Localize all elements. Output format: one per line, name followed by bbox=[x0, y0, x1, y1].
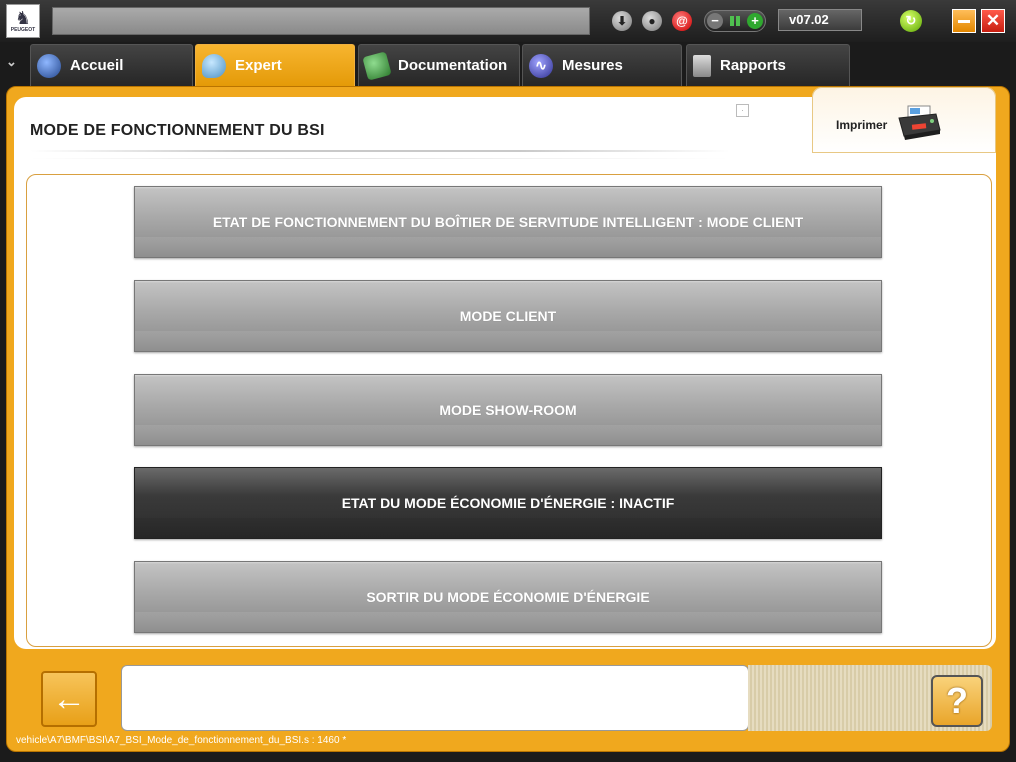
battery-indicator[interactable]: − + bbox=[704, 10, 766, 32]
menu-item-label: MODE SHOW-ROOM bbox=[439, 402, 577, 418]
email-icon[interactable]: @ bbox=[672, 11, 692, 31]
address-bar bbox=[52, 7, 590, 35]
report-icon bbox=[693, 54, 711, 77]
menu-item-client-mode[interactable]: MODE CLIENT bbox=[134, 280, 882, 352]
tab-label: Mesures bbox=[562, 57, 623, 74]
battery-level-icon bbox=[730, 16, 740, 26]
menu-item-label: SORTIR DU MODE ÉCONOMIE D'ÉNERGIE bbox=[366, 589, 650, 605]
title-divider bbox=[30, 158, 730, 159]
plus-icon: + bbox=[747, 13, 763, 29]
menu-item-label: ETAT DU MODE ÉCONOMIE D'ÉNERGIE : INACTI… bbox=[341, 495, 675, 511]
small-toggle-box[interactable]: · bbox=[736, 104, 749, 117]
menu-item-label: MODE CLIENT bbox=[459, 308, 557, 324]
sync-icon[interactable]: ↻ bbox=[900, 10, 922, 32]
title-divider bbox=[30, 150, 730, 152]
book-icon bbox=[362, 50, 392, 81]
tab-rapports[interactable]: Rapports bbox=[686, 44, 850, 86]
tab-documentation[interactable]: Documentation bbox=[358, 44, 520, 86]
home-globe-icon bbox=[37, 53, 61, 78]
download-icon[interactable]: ⬇ bbox=[612, 11, 632, 31]
tab-bar: ⌄ Accueil Expert Documentation ∿ Mesures… bbox=[0, 44, 1016, 86]
version-label: v07.02 bbox=[778, 9, 862, 31]
menu-item-label: ETAT DE FONCTIONNEMENT DU BOÎTIER DE SER… bbox=[212, 214, 804, 230]
tab-label: Accueil bbox=[70, 57, 124, 74]
waveform-icon: ∿ bbox=[529, 53, 553, 78]
status-message-box bbox=[121, 665, 749, 731]
tab-label: Rapports bbox=[720, 57, 786, 74]
tab-expert[interactable]: Expert bbox=[195, 44, 355, 86]
minus-icon: − bbox=[707, 13, 723, 29]
menu-item-bsi-state[interactable]: ETAT DE FONCTIONNEMENT DU BOÎTIER DE SER… bbox=[134, 186, 882, 258]
user-icon[interactable]: ● bbox=[642, 11, 662, 31]
menu-item-energy-saving-state[interactable]: ETAT DU MODE ÉCONOMIE D'ÉNERGIE : INACTI… bbox=[134, 467, 882, 539]
print-label: Imprimer bbox=[836, 118, 888, 132]
magnifier-icon bbox=[202, 53, 226, 78]
menu-item-exit-energy-saving[interactable]: SORTIR DU MODE ÉCONOMIE D'ÉNERGIE bbox=[134, 561, 882, 633]
tab-label: Documentation bbox=[398, 57, 508, 74]
printer-icon[interactable] bbox=[896, 104, 942, 142]
logo-text: PEUGEOT bbox=[10, 27, 36, 33]
tab-accueil[interactable]: Accueil bbox=[30, 44, 193, 86]
minimize-icon bbox=[958, 19, 970, 23]
menu-item-showroom-mode[interactable]: MODE SHOW-ROOM bbox=[134, 374, 882, 446]
script-path: vehicle\A7\BMF\BSI\A7_BSI_Mode_de_foncti… bbox=[16, 735, 347, 746]
minimize-button[interactable] bbox=[952, 9, 976, 33]
back-button[interactable]: ← bbox=[41, 671, 97, 727]
page-title: MODE DE FONCTIONNEMENT DU BSI bbox=[30, 122, 325, 139]
help-button[interactable]: ? bbox=[931, 675, 983, 727]
tab-label: Expert bbox=[235, 57, 282, 74]
peugeot-logo: ♞ PEUGEOT bbox=[6, 4, 40, 38]
title-bar: ♞ PEUGEOT ⬇ ● @ − + v07.02 ↻ ✕ bbox=[0, 0, 1016, 42]
lion-icon: ♞ bbox=[14, 8, 32, 28]
tab-mesures[interactable]: ∿ Mesures bbox=[522, 44, 682, 86]
close-button[interactable]: ✕ bbox=[981, 9, 1005, 33]
chevron-down-icon[interactable]: ⌄ bbox=[6, 54, 17, 70]
